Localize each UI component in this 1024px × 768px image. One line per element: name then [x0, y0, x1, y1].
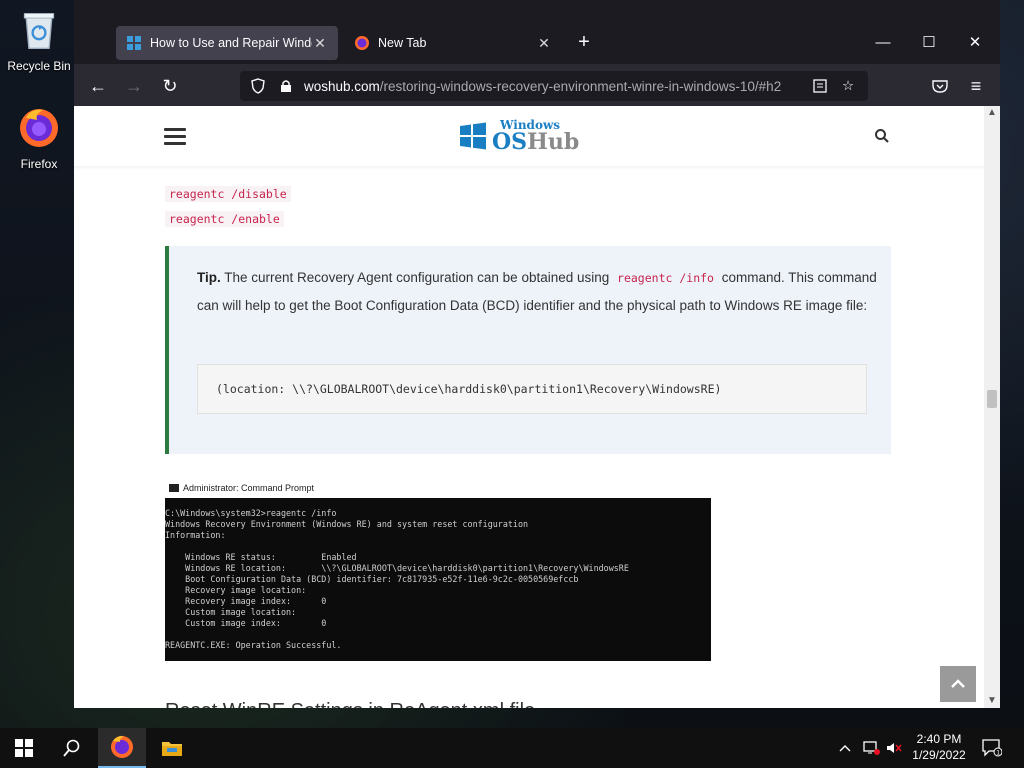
scroll-to-top-button[interactable] — [940, 666, 976, 702]
show-hidden-icons[interactable] — [838, 728, 852, 768]
code-block: (location: \\?\GLOBALROOT\device\harddis… — [197, 364, 867, 414]
start-button[interactable] — [0, 728, 48, 768]
tip-label: Tip. — [197, 270, 221, 285]
cmd-output: C:\Windows\system32>reagentc /info Window… — [165, 498, 711, 661]
browser-window: How to Use and Repair Window ✕ New Tab ✕… — [74, 0, 1000, 708]
firefox-icon — [20, 109, 58, 147]
tip-text-before: The current Recovery Agent configuration… — [220, 270, 614, 285]
logo-hub: Hub — [527, 129, 580, 155]
cmd-line: Custom image location: — [165, 607, 297, 617]
shield-icon[interactable] — [248, 76, 268, 96]
reader-view-icon[interactable] — [808, 74, 832, 98]
firefox-icon — [355, 36, 369, 50]
cmd-line: Windows RE location: \\?\GLOBALROOT\devi… — [165, 563, 629, 573]
cmd-line: Windows RE status: Enabled — [165, 552, 357, 562]
logo-os: OS — [492, 129, 528, 155]
cmd-line: Custom image index: 0 — [165, 618, 327, 628]
close-window-button[interactable]: ✕ — [952, 28, 998, 58]
desktop-icon-label: Recycle Bin — [7, 59, 71, 73]
taskbar: 2:40 PM 1/29/2022 1 — [0, 728, 1024, 768]
search-button[interactable] — [48, 728, 96, 768]
taskbar-file-explorer[interactable] — [148, 728, 196, 768]
forward-button[interactable]: → — [120, 72, 148, 100]
cmd-title: Administrator: Command Prompt — [183, 483, 315, 493]
command-prompt-screenshot: Administrator: Command Prompt C:\Windows… — [165, 478, 711, 661]
cmd-line: Information: — [165, 530, 226, 540]
url-host: woshub.com — [304, 78, 380, 94]
menu-icon[interactable]: ≡ — [962, 72, 990, 100]
cmd-line — [165, 629, 711, 640]
network-icon[interactable] — [862, 728, 880, 768]
command-disable: reagentc /disable — [165, 186, 291, 202]
tab-new-tab[interactable]: New Tab ✕ — [344, 26, 562, 60]
notification-count: 1 — [996, 750, 1000, 757]
navigation-toolbar: ← → ↻ woshub.com /restoring-windows-reco… — [74, 64, 1000, 106]
chevron-up-icon — [839, 745, 851, 752]
scroll-down-arrow[interactable]: ▼ — [984, 694, 1000, 708]
scrollbar-thumb[interactable] — [987, 390, 997, 408]
cmd-line: Recovery image index: 0 — [165, 596, 327, 606]
url-path: /restoring-windows-recovery-environment-… — [379, 78, 782, 94]
recycle-bin-icon — [23, 13, 55, 50]
chevron-up-icon — [951, 679, 965, 688]
logo-line2: OSHub — [492, 131, 579, 153]
cmd-line: Recovery image location: — [165, 585, 307, 595]
cmd-icon — [169, 484, 179, 492]
back-button[interactable]: ← — [84, 72, 112, 100]
pocket-icon[interactable] — [926, 72, 954, 100]
speaker-muted-icon — [887, 743, 902, 753]
new-tab-button[interactable]: + — [574, 32, 594, 52]
clock-date: 1/29/2022 — [912, 748, 966, 762]
section-heading: Reset WinRE Settings in ReAgent.xml file — [165, 700, 535, 708]
folder-icon — [162, 742, 182, 756]
windows-logo-icon — [127, 36, 141, 50]
bookmark-star-icon[interactable]: ☆ — [836, 74, 860, 98]
command-enable: reagentc /enable — [165, 211, 284, 227]
tip-box: Tip. The current Recovery Agent configur… — [165, 246, 891, 454]
cmd-line: Windows Recovery Environment (Windows RE… — [165, 519, 529, 529]
close-icon[interactable]: ✕ — [312, 35, 328, 51]
hamburger-menu-icon[interactable] — [164, 128, 186, 146]
network-icon-glyph — [863, 741, 880, 755]
search-icon[interactable] — [874, 128, 890, 144]
maximize-button[interactable]: ☐ — [906, 28, 952, 58]
desktop-icon-recycle-bin[interactable]: Recycle Bin — [4, 8, 74, 73]
page-viewport: Windows OSHub reagentc /disable reagentc… — [74, 106, 1000, 708]
reload-button[interactable]: ↻ — [156, 72, 184, 100]
desktop-icon-label: Firefox — [20, 157, 58, 171]
cmd-line: C:\Windows\system32>reagentc /info — [165, 508, 337, 518]
cmd-line: REAGENTC.EXE: Operation Successful. — [165, 640, 342, 650]
action-center-button[interactable]: 1 — [982, 728, 1002, 768]
tab-title: New Tab — [378, 36, 427, 50]
site-logo[interactable]: Windows OSHub — [458, 118, 579, 154]
cmd-title-bar: Administrator: Command Prompt — [165, 478, 711, 498]
page-scrollbar[interactable]: ▲ ▼ — [984, 106, 1000, 708]
tip-text: Tip. The current Recovery Agent configur… — [197, 264, 877, 320]
tab-title: How to Use and Repair Window — [150, 36, 312, 50]
windows-start-icon — [15, 739, 33, 757]
taskbar-firefox[interactable] — [98, 728, 146, 768]
windows-logo-icon — [460, 122, 486, 150]
cmd-line — [165, 541, 711, 552]
volume-icon[interactable] — [886, 728, 902, 768]
tip-inline-code: reagentc /info — [617, 271, 714, 285]
system-clock[interactable]: 2:40 PM 1/29/2022 — [906, 731, 972, 763]
minimize-button[interactable]: — — [860, 28, 906, 58]
notification-icon: 1 — [982, 739, 1002, 757]
tab-active[interactable]: How to Use and Repair Window ✕ — [116, 26, 338, 60]
search-icon — [63, 739, 80, 757]
close-icon[interactable]: ✕ — [536, 35, 552, 51]
tab-bar: How to Use and Repair Window ✕ New Tab ✕… — [74, 0, 1000, 64]
scroll-up-arrow[interactable]: ▲ — [984, 106, 1000, 120]
clock-time: 2:40 PM — [916, 732, 962, 746]
cmd-line: Boot Configuration Data (BCD) identifier… — [165, 574, 579, 584]
address-bar[interactable]: woshub.com /restoring-windows-recovery-e… — [240, 71, 868, 101]
firefox-icon — [111, 735, 133, 758]
site-header: Windows OSHub — [74, 106, 984, 166]
logo-text: Windows OSHub — [492, 119, 579, 153]
lock-icon[interactable] — [276, 76, 296, 96]
desktop-icon-firefox[interactable]: Firefox — [4, 106, 74, 171]
